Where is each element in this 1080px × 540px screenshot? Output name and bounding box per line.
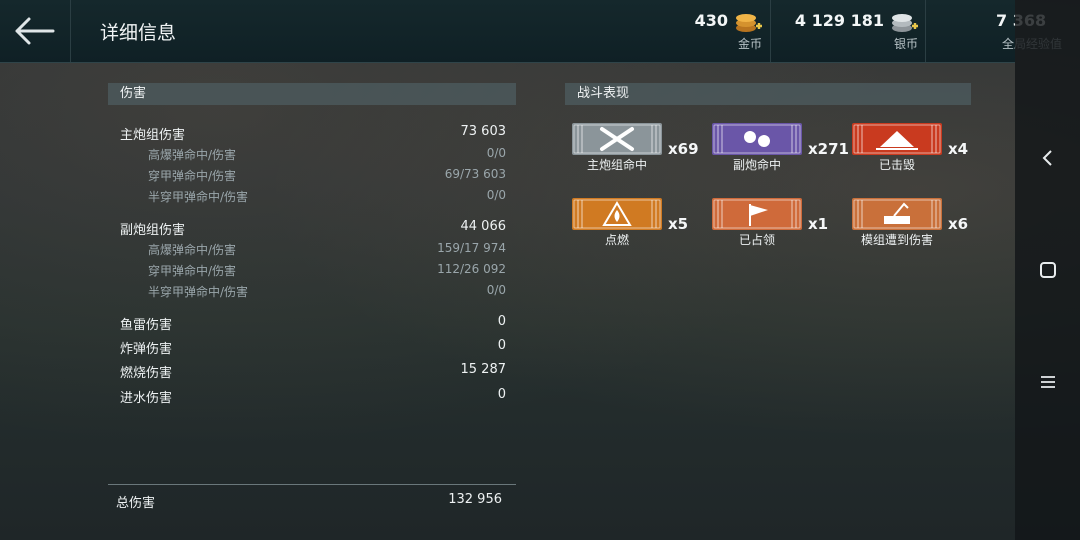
- medal-label: 模组遭到伤害: [860, 233, 933, 247]
- damage-subrow: 高爆弹命中/伤害 0/0: [148, 146, 506, 163]
- damage-row-value: 0/0: [486, 188, 506, 202]
- damage-row-label: 穿甲弹命中/伤害: [148, 264, 237, 278]
- system-nav-bar: [1015, 0, 1080, 540]
- medal-flag[interactable]: [712, 198, 802, 230]
- sinking-ship-icon: [852, 123, 942, 155]
- damage-row-label: 高爆弹命中/伤害: [148, 243, 237, 257]
- damage-row-value: 159/17 974: [437, 241, 506, 255]
- damage-row-label: 高爆弹命中/伤害: [148, 148, 237, 162]
- gold-amount: 430: [694, 11, 728, 30]
- silver-currency[interactable]: 4 129 181 银币: [770, 0, 926, 62]
- damage-row: 进水伤害 0: [120, 387, 506, 406]
- damage-row-label: 燃烧伤害: [120, 366, 173, 381]
- damage-subrow: 半穿甲弹命中/伤害 0/0: [148, 188, 506, 205]
- medal-label: 主炮组命中: [586, 158, 647, 172]
- damage-subrow: 穿甲弹命中/伤害 112/26 092: [148, 262, 506, 279]
- damage-row-value: 0: [497, 314, 506, 329]
- damage-row-label: 主炮组伤害: [120, 128, 186, 143]
- medal-fire[interactable]: [572, 198, 662, 230]
- back-arrow-icon: [15, 17, 55, 45]
- top-bar: 详细信息 430 金币 4 129 181 银币 7 368 全局经验值: [0, 0, 1062, 63]
- damage-row-value: 44 066: [460, 219, 507, 234]
- silver-amount: 4 129 181: [794, 11, 884, 30]
- medal-crossed-shells[interactable]: [572, 123, 662, 155]
- damage-row: 副炮组伤害 44 066: [120, 219, 506, 238]
- damage-row-label: 半穿甲弹命中/伤害: [148, 285, 249, 299]
- total-divider: [108, 484, 516, 485]
- square-icon: [1040, 262, 1056, 278]
- damage-row-value: 69/73 603: [444, 167, 506, 181]
- damaged-module-icon: [852, 198, 942, 230]
- chevron-left-icon: [1042, 150, 1052, 166]
- damage-subrow: 高爆弹命中/伤害 159/17 974: [148, 241, 506, 258]
- damage-subrow: 穿甲弹命中/伤害 69/73 603: [148, 167, 506, 184]
- nav-menu-button[interactable]: [1035, 369, 1061, 395]
- damage-row-value: 0: [497, 338, 506, 353]
- damage-row-label: 鱼雷伤害: [120, 318, 173, 333]
- total-damage-row: 总伤害 132 956: [116, 492, 502, 511]
- damage-row-label: 穿甲弹命中/伤害: [148, 169, 237, 183]
- gold-coins-icon: [736, 14, 762, 32]
- medal-label: 点燃: [604, 233, 629, 247]
- medal-label: 副炮命中: [732, 158, 781, 172]
- crossed-shells-icon: [572, 123, 662, 155]
- damage-row-label: 副炮组伤害: [120, 223, 186, 238]
- total-damage-label: 总伤害: [116, 496, 156, 511]
- fire-icon: [572, 198, 662, 230]
- free-xp-currency[interactable]: 7 368 全局经验值: [925, 0, 1062, 62]
- damage-row-value: 112/26 092: [437, 262, 506, 276]
- back-button[interactable]: [0, 0, 71, 62]
- damage-row-label: 炸弹伤害: [120, 342, 173, 357]
- damage-row: 燃烧伤害 15 287: [120, 362, 506, 381]
- menu-icon: [1041, 376, 1055, 388]
- damage-row-value: 15 287: [460, 362, 507, 377]
- medal-shells[interactable]: [712, 123, 802, 155]
- damage-row: 鱼雷伤害 0: [120, 314, 506, 333]
- damage-row-label: 进水伤害: [120, 391, 173, 406]
- shells-icon: [712, 123, 802, 155]
- gold-label: 金币: [737, 37, 762, 51]
- damage-subrow: 半穿甲弹命中/伤害 0/0: [148, 283, 506, 300]
- damage-row-value: 0/0: [486, 283, 506, 297]
- medal-label: 已击毁: [878, 158, 915, 172]
- medal-sinking-ship[interactable]: [852, 123, 942, 155]
- nav-back-button[interactable]: [1035, 145, 1061, 171]
- damage-section-header: 伤害: [108, 83, 516, 105]
- silver-label: 银币: [893, 37, 918, 51]
- flag-icon: [712, 198, 802, 230]
- damage-row-value: 0/0: [486, 146, 506, 160]
- damage-row: 炸弹伤害 0: [120, 338, 506, 357]
- gold-currency[interactable]: 430 金币: [630, 0, 770, 62]
- damage-row: 主炮组伤害 73 603: [120, 124, 506, 143]
- damage-row-value: 73 603: [460, 124, 507, 139]
- nav-home-button[interactable]: [1035, 257, 1061, 283]
- silver-coins-icon: [892, 14, 918, 32]
- performance-section-header: 战斗表现: [565, 83, 971, 105]
- total-damage-value: 132 956: [448, 492, 502, 507]
- medal-label: 已占领: [738, 233, 775, 247]
- damage-row-value: 0: [497, 387, 506, 402]
- medal-damaged-module[interactable]: [852, 198, 942, 230]
- page-title: 详细信息: [100, 22, 177, 44]
- damage-row-label: 半穿甲弹命中/伤害: [148, 190, 249, 204]
